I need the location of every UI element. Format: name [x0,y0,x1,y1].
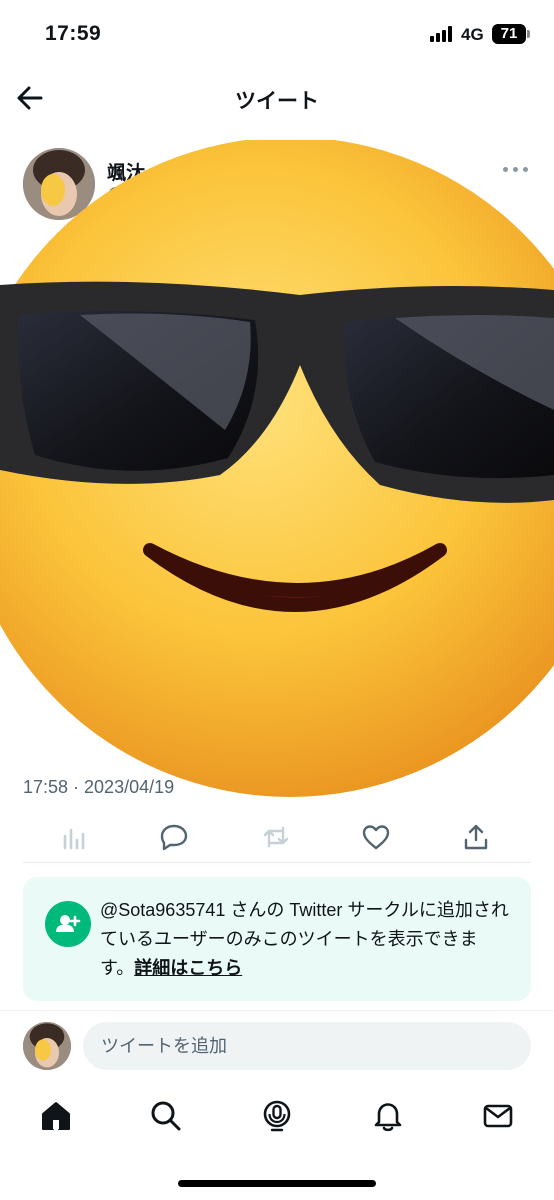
circle-notice-text: @Sota9635741 さんの Twitter サークルに追加されているユーザ… [100,896,510,983]
tweet-action-bar [23,812,531,863]
share-button[interactable] [461,822,491,852]
retweet-icon [263,826,289,848]
smiling-face-with-sunglasses-emoji[interactable] [0,137,554,800]
tab-search[interactable] [149,1099,183,1133]
home-icon [42,1102,70,1130]
tab-spaces[interactable] [260,1099,294,1133]
bell-icon [374,1103,402,1132]
speech-bubble-icon [160,824,188,851]
divider [0,1010,554,1011]
signal-icon [430,26,456,42]
battery-cap [527,30,530,38]
search-icon [151,1101,181,1131]
status-bar: 17:59 4G 71 [0,0,554,70]
spaces-icon [263,1100,291,1132]
reply-button[interactable] [159,822,189,852]
status-time: 17:59 [45,22,102,45]
like-button[interactable] [361,822,391,852]
share-icon [464,824,488,850]
views-button[interactable] [59,822,89,852]
heart-icon [362,825,390,850]
battery-icon: 71 [492,24,526,44]
tweet-timestamp: 17:58 · 2023/04/19 [23,777,175,797]
reply-input[interactable] [83,1022,531,1070]
network-label: 4G [461,25,484,44]
bar-chart-icon [63,828,85,850]
tab-notifications[interactable] [371,1099,405,1133]
top-nav: ツイート [0,70,554,126]
tab-messages[interactable] [481,1099,515,1133]
mail-icon [483,1104,513,1128]
retweet-button[interactable] [261,822,291,852]
tab-home[interactable] [39,1099,73,1133]
current-user-avatar [23,1022,71,1070]
twitter-circle-icon [45,901,91,947]
twitter-circle-notice: @Sota9635741 さんの Twitter サークルに追加されているユーザ… [23,877,531,1001]
learn-more-link[interactable]: 詳細はこちら [134,958,242,978]
page-title: ツイート [235,90,319,113]
home-indicator [178,1180,376,1187]
bottom-tab-bar [0,1085,554,1155]
